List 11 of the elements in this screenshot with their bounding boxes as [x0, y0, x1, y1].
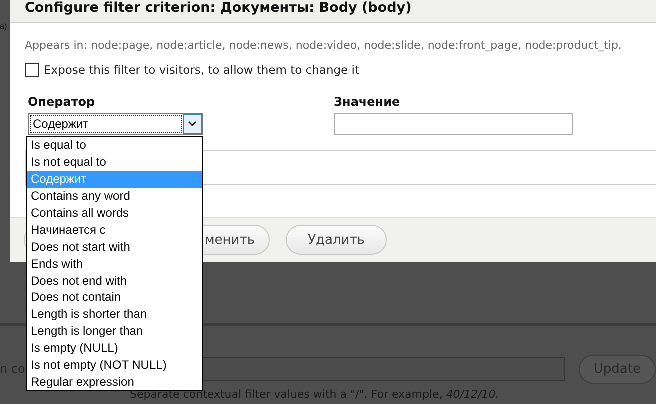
dialog-title: Configure filter criterion: Документы: Body (body)	[25, 0, 412, 16]
expose-label: Expose this filter to visitors, to allow them to change it	[44, 63, 360, 77]
appears-in-text: Appears in: node:page, node:article, node:news, node:video, node:slide, node:front_page, node:product_tip.	[25, 39, 623, 52]
operator-select[interactable]: Содержит	[28, 113, 203, 135]
value-label: Значение	[334, 95, 402, 109]
operator-label: Оператор	[28, 95, 96, 109]
page-text-fragment: a)	[0, 22, 8, 31]
value-field[interactable]	[334, 113, 573, 135]
expose-checkbox[interactable]	[25, 63, 39, 77]
chevron-down-icon	[188, 121, 197, 127]
delete-button[interactable]: Удалить	[286, 225, 387, 255]
